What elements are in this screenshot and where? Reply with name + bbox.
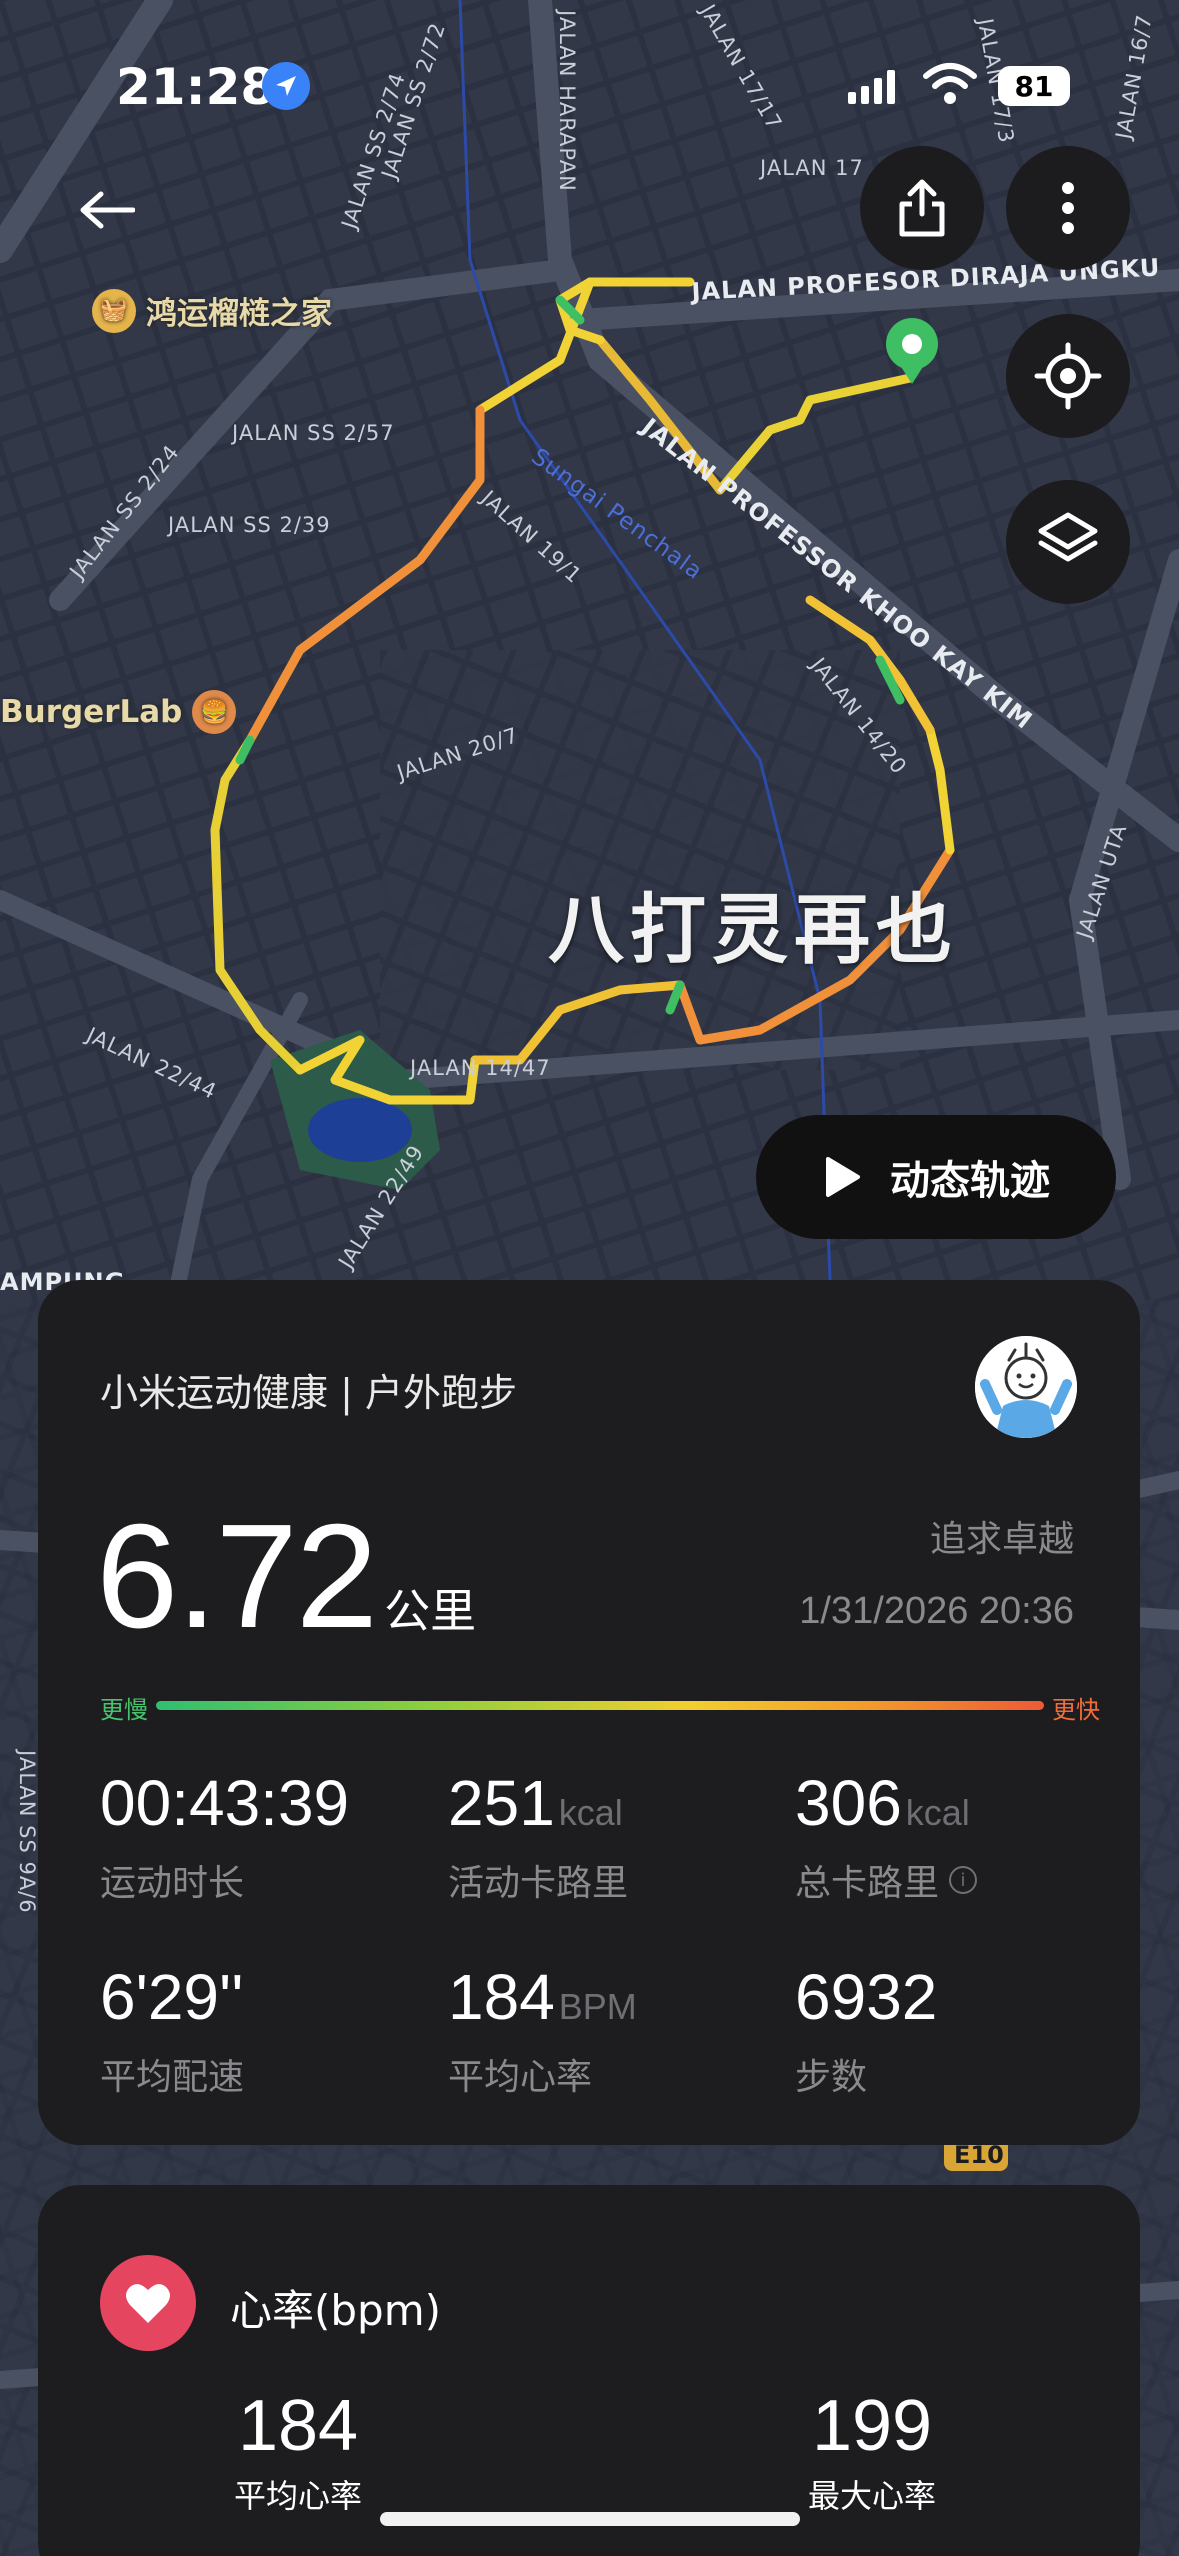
recenter-button[interactable] <box>1006 314 1130 438</box>
poi-label: 鸿运榴梿之家 <box>146 296 332 332</box>
highway-label: E10 <box>954 2141 1004 2169</box>
metric-steps: 6932 步数 <box>795 1960 941 2100</box>
target-icon <box>1034 342 1102 410</box>
max-heart-rate: 199 最大心率 <box>808 2385 936 2517</box>
street-label: JALAN SS 2/39 <box>166 513 331 537</box>
metric-unit: kcal <box>558 1792 623 1833</box>
metric-value: 184 <box>448 1961 555 2033</box>
workout-datetime: 1/31/2026 20:36 <box>799 1590 1074 1632</box>
distance-unit: 公里 <box>384 1584 477 1638</box>
metric-duration: 00:43:39 运动时长 <box>100 1766 353 1906</box>
metric-value: 6'29'' <box>100 1961 244 2033</box>
avg-heart-rate-value: 184 <box>237 2386 359 2466</box>
metric-total-calories: 306 kcal 总卡路里 i <box>795 1766 978 1906</box>
share-button[interactable] <box>860 146 984 270</box>
street-label: JALAN 17 <box>758 156 864 180</box>
layers-icon <box>1038 512 1098 562</box>
dynamic-track-label: 动态轨迹 <box>890 1158 1050 1204</box>
battery-indicator: 81 <box>998 66 1070 106</box>
metric-value: 251 <box>448 1767 555 1839</box>
cellular-signal-icon <box>848 68 895 104</box>
restaurant-icon: 🍔 <box>192 690 237 734</box>
heart-icon <box>100 2255 196 2351</box>
heart-rate-title: 心率(bpm) <box>230 2286 442 2335</box>
route-map[interactable]: JALAN HARAPAN JALAN PROFESOR DIRAJA UNGK… <box>0 0 1179 2556</box>
layers-button[interactable] <box>1006 480 1130 604</box>
max-heart-rate-value: 199 <box>811 2386 933 2466</box>
poi-burgerlab[interactable]: BurgerLab 🍔 <box>0 690 237 734</box>
back-button[interactable] <box>72 180 142 240</box>
metric-unit: kcal <box>905 1792 970 1833</box>
motto-text: 追求卓越 <box>929 1519 1074 1560</box>
metric-value: 00:43:39 <box>100 1767 350 1839</box>
pace-slow-label: 更慢 <box>100 1696 148 1724</box>
district-label: 八打灵再也 <box>548 885 958 974</box>
poi-label: BurgerLab <box>0 694 183 730</box>
basket-icon: 🧺 <box>92 288 136 333</box>
app-title: 小米运动健康 | 户外跑步 <box>100 1371 517 1415</box>
distance-value: 6.72 <box>96 1494 378 1659</box>
max-heart-rate-label: 最大心率 <box>808 2477 937 2515</box>
info-icon[interactable]: i <box>949 1866 978 1894</box>
share-icon <box>899 179 945 237</box>
metric-active-calories: 251 kcal 活动卡路里 <box>448 1766 628 1906</box>
wifi-icon <box>923 63 977 104</box>
metric-label: 步数 <box>795 2057 868 2098</box>
location-arrow-icon <box>262 62 310 110</box>
metric-avg-pace: 6'29'' 平均配速 <box>100 1960 247 2100</box>
more-options-button[interactable] <box>1006 146 1130 270</box>
street-label: JALAN SS 2/57 <box>230 421 395 445</box>
street-label: JALAN SS 9A/6 <box>15 1748 39 1914</box>
avg-heart-rate: 184 平均心率 <box>234 2385 362 2517</box>
pace-gradient-bar <box>156 1701 1044 1710</box>
workout-summary-card: 小米运动健康 | 户外跑步 6.72 公里 追求卓越 1/31/2026 20:… <box>38 1280 1140 2145</box>
metric-label: 平均心率 <box>448 2057 593 2098</box>
metric-value: 6932 <box>795 1961 938 2033</box>
metric-avg-heart-rate: 184 BPM 平均心率 <box>448 1960 637 2100</box>
metric-label: 运动时长 <box>100 1863 245 1904</box>
street-label: JALAN 14/47 <box>408 1056 551 1080</box>
avg-heart-rate-label: 平均心率 <box>234 2477 363 2515</box>
more-vertical-icon <box>1062 182 1074 234</box>
poi-durian-house[interactable]: 🧺 鸿运榴梿之家 <box>92 288 332 333</box>
metric-unit: BPM <box>558 1986 637 2027</box>
map-canvas: JALAN HARAPAN JALAN PROFESOR DIRAJA UNGK… <box>0 0 1179 2556</box>
heart-rate-card[interactable]: 心率(bpm) 184 平均心率 199 最大心率 <box>38 2185 1140 2556</box>
metric-label: 总卡路里 <box>795 1863 940 1904</box>
arrow-left-icon <box>80 191 135 229</box>
metric-value: 306 <box>795 1767 902 1839</box>
home-indicator[interactable] <box>380 2512 800 2526</box>
distance: 6.72 公里 <box>96 1492 476 1662</box>
dynamic-track-button[interactable]: 动态轨迹 <box>756 1115 1116 1239</box>
cartoon-avatar-icon <box>975 1336 1077 1438</box>
pace-fast-label: 更快 <box>1052 1696 1100 1724</box>
metric-label: 平均配速 <box>100 2057 245 2098</box>
street-label: JALAN HARAPAN <box>555 8 579 192</box>
status-time: 21:28 <box>116 58 276 116</box>
metric-label: 活动卡路里 <box>448 1863 629 1904</box>
pace-legend: 更慢 更快 <box>100 1690 1100 1724</box>
avatar[interactable] <box>975 1336 1077 1438</box>
play-icon <box>826 1157 860 1197</box>
